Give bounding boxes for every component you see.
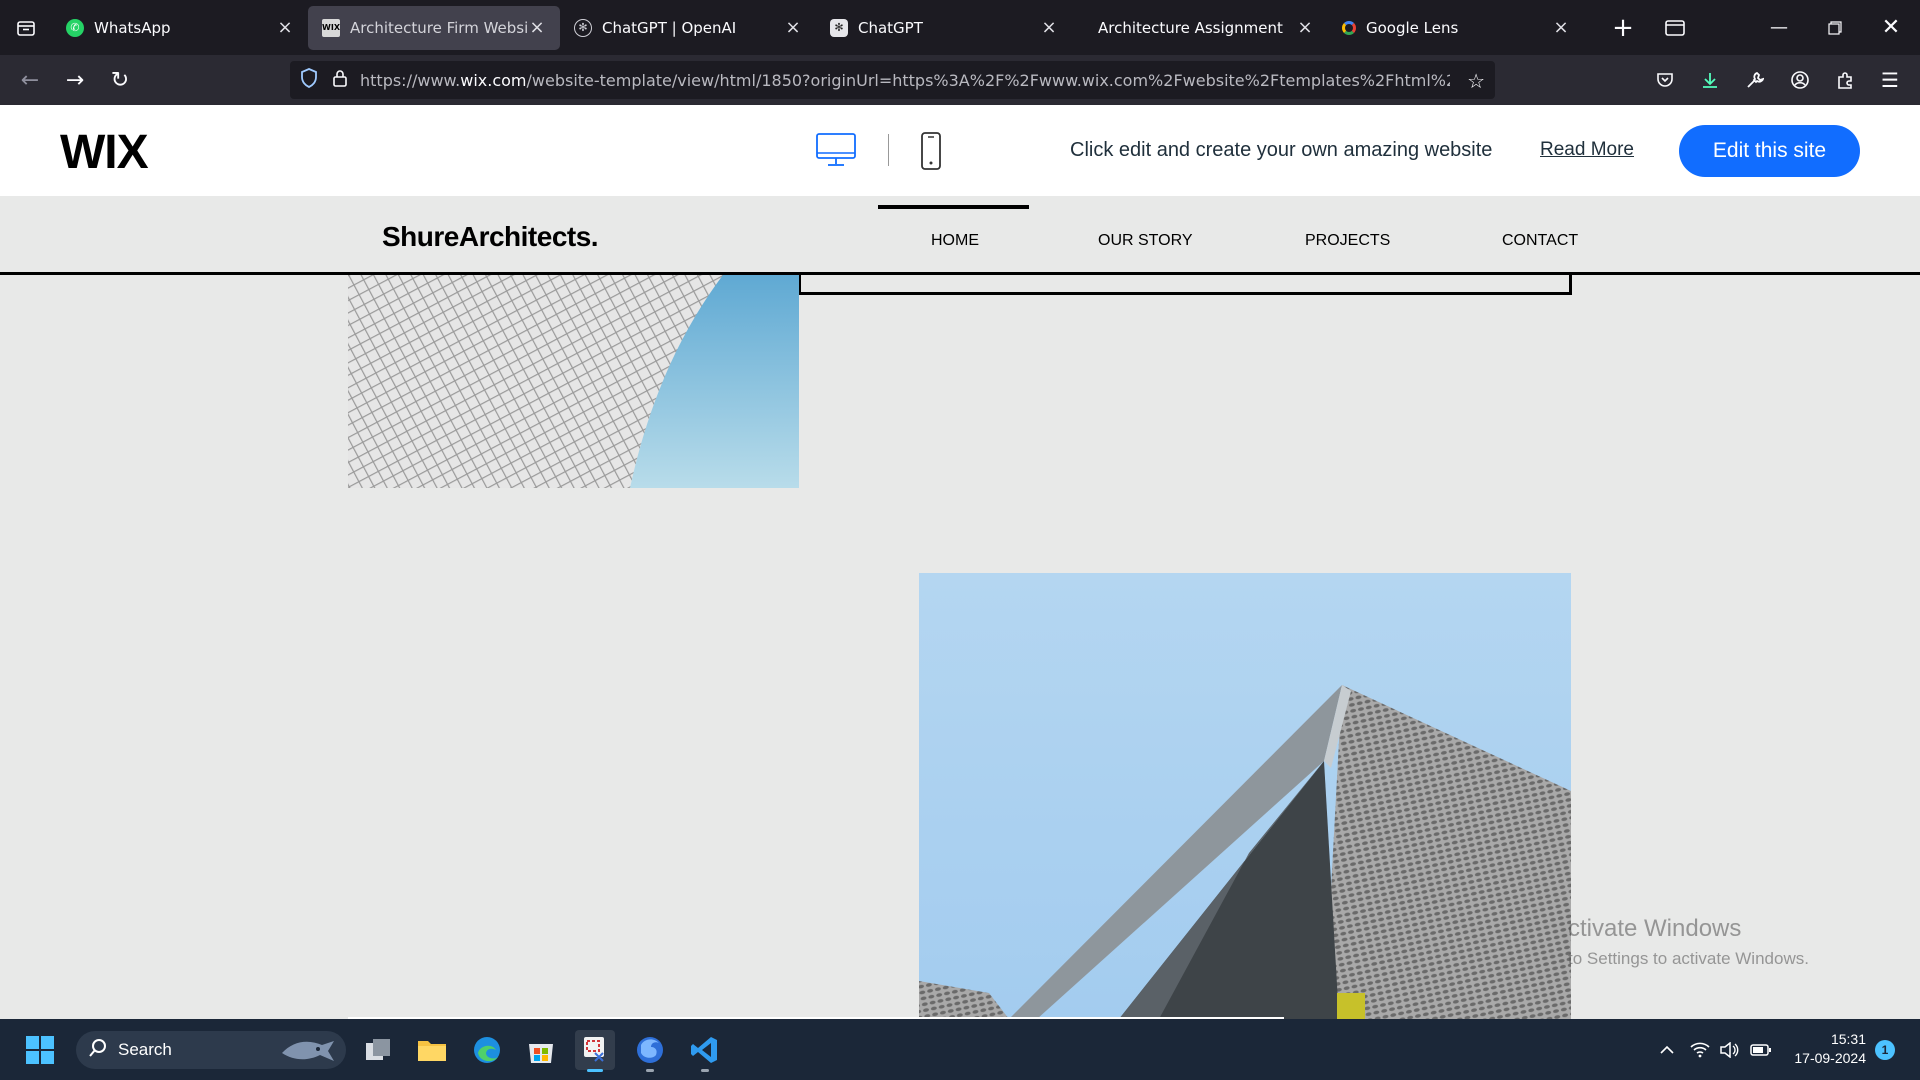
page-content bbox=[0, 275, 1920, 1019]
edge-icon[interactable] bbox=[467, 1030, 507, 1070]
close-tab-icon[interactable]: × bbox=[1040, 17, 1058, 38]
nav-home[interactable]: HOME bbox=[931, 232, 979, 250]
url-bar[interactable]: https://www.wix.com/website-template/vie… bbox=[290, 61, 1495, 99]
list-all-tabs-icon[interactable] bbox=[0, 0, 52, 55]
nav-contact[interactable]: CONTACT bbox=[1502, 232, 1578, 250]
menu-icon[interactable]: ☰ bbox=[1875, 65, 1905, 95]
browser-tab-strip: ✆ WhatsApp × WIX Architecture Firm Websi… bbox=[0, 0, 1920, 55]
search-highlight-icon bbox=[278, 1035, 338, 1070]
close-tab-icon[interactable]: × bbox=[1552, 17, 1570, 38]
search-icon bbox=[88, 1038, 108, 1063]
openai-icon: ✻ bbox=[830, 18, 848, 37]
forward-icon[interactable]: → bbox=[53, 60, 97, 100]
close-tab-icon[interactable]: × bbox=[784, 17, 802, 38]
tab-whatsapp[interactable]: ✆ WhatsApp × bbox=[52, 6, 308, 50]
notification-badge[interactable]: 1 bbox=[1875, 1040, 1895, 1060]
site-logo[interactable]: ShureArchitects. bbox=[382, 221, 599, 253]
minimize-icon[interactable]: — bbox=[1766, 0, 1792, 55]
taskbar-clock[interactable]: 15:31 17-09-2024 bbox=[1786, 1030, 1866, 1068]
volume-icon[interactable] bbox=[1717, 1019, 1741, 1080]
restore-icon[interactable] bbox=[1822, 0, 1848, 55]
watermark-line-2: to Settings to activate Windows. bbox=[1568, 949, 1809, 968]
tab-architecture-assignment[interactable]: Architecture Assignment × bbox=[1072, 6, 1328, 50]
modern-building-image bbox=[919, 573, 1571, 1019]
tab-title: Architecture Assignment bbox=[1098, 18, 1283, 37]
account-icon[interactable] bbox=[1785, 65, 1815, 95]
close-tab-icon[interactable]: × bbox=[528, 17, 546, 38]
watermark-line-1: ctivate Windows bbox=[1568, 915, 1742, 942]
tab-chatgpt[interactable]: ✻ ChatGPT × bbox=[816, 6, 1072, 50]
vscode-icon[interactable] bbox=[685, 1030, 725, 1072]
snipping-tool-icon[interactable] bbox=[575, 1030, 615, 1072]
url-text[interactable]: https://www.wix.com/website-template/vie… bbox=[360, 71, 1450, 90]
activate-windows-watermark: ctivate Windows to Settings to activate … bbox=[1568, 915, 1809, 969]
tab-title: Architecture Firm Website Te bbox=[350, 18, 528, 37]
tab-title: WhatsApp bbox=[94, 18, 171, 37]
close-tab-icon[interactable]: × bbox=[276, 17, 294, 38]
tab-chatgpt-openai[interactable]: ✻ ChatGPT | OpenAI × bbox=[560, 6, 816, 50]
extensions-icon[interactable] bbox=[1830, 65, 1860, 95]
file-explorer-icon[interactable] bbox=[412, 1030, 452, 1070]
reload-icon[interactable]: ↻ bbox=[98, 60, 142, 100]
taskbar-search[interactable]: Search bbox=[76, 1031, 346, 1069]
openai-icon: ✻ bbox=[574, 18, 592, 37]
clock-date: 17-09-2024 bbox=[1794, 1050, 1866, 1066]
firefox-icon[interactable] bbox=[630, 1030, 670, 1072]
close-window-icon[interactable]: ✕ bbox=[1878, 0, 1904, 55]
edit-this-site-button[interactable]: Edit this site bbox=[1679, 125, 1860, 177]
url-domain: wix.com bbox=[460, 70, 527, 90]
wix-logo[interactable]: WIX bbox=[60, 125, 149, 180]
wifi-icon[interactable] bbox=[1688, 1019, 1712, 1080]
back-icon[interactable]: ← bbox=[8, 60, 52, 100]
nav-active-indicator bbox=[878, 205, 1029, 209]
pocket-icon[interactable] bbox=[1650, 65, 1680, 95]
wix-preview-bar: WIX Click edit and create your own amazi… bbox=[0, 105, 1920, 196]
nav-our-story[interactable]: OUR STORY bbox=[1098, 232, 1193, 250]
clock-time: 15:31 bbox=[1830, 1031, 1866, 1047]
wix-icon: WIX bbox=[322, 18, 340, 37]
close-tab-icon[interactable]: × bbox=[1296, 17, 1314, 38]
show-hidden-icons-icon[interactable] bbox=[1655, 1019, 1679, 1080]
windows-taskbar: Search 15:31 17-09-2024 1 bbox=[0, 1019, 1920, 1080]
decorative-frame bbox=[798, 275, 1572, 295]
tab-architecture-firm[interactable]: WIX Architecture Firm Website Te × bbox=[308, 5, 560, 50]
site-header: ShureArchitects. HOME OUR STORY PROJECTS… bbox=[0, 196, 1920, 275]
google-lens-icon bbox=[1342, 20, 1356, 35]
tab-title: ChatGPT | OpenAI bbox=[602, 18, 737, 37]
mobile-view-icon[interactable] bbox=[920, 132, 942, 170]
promo-text: Click edit and create your own amazing w… bbox=[1070, 139, 1493, 161]
lock-icon[interactable] bbox=[332, 69, 348, 91]
tab-google-lens[interactable]: Google Lens × bbox=[1328, 6, 1584, 50]
nav-projects[interactable]: PROJECTS bbox=[1305, 232, 1390, 250]
firefox-view-icon[interactable] bbox=[1660, 0, 1690, 55]
downloads-icon[interactable] bbox=[1695, 65, 1725, 95]
bookmark-star-icon[interactable]: ☆ bbox=[1467, 69, 1485, 93]
microsoft-store-icon[interactable] bbox=[521, 1030, 561, 1070]
task-view-icon[interactable] bbox=[358, 1030, 398, 1070]
browser-toolbar: ← → ↻ https://www.wix.com/website-templa… bbox=[0, 55, 1920, 105]
building-facade-image bbox=[348, 275, 799, 488]
start-button-icon[interactable] bbox=[20, 1030, 60, 1070]
whatsapp-icon: ✆ bbox=[66, 18, 84, 37]
tab-title: ChatGPT bbox=[858, 18, 923, 37]
read-more-link[interactable]: Read More bbox=[1540, 139, 1634, 161]
device-divider bbox=[888, 134, 889, 166]
search-label: Search bbox=[118, 1040, 172, 1059]
wrench-icon[interactable] bbox=[1740, 65, 1770, 95]
url-prefix: https://www. bbox=[360, 70, 461, 90]
tracking-shield-icon[interactable] bbox=[300, 68, 318, 92]
tab-title: Google Lens bbox=[1366, 18, 1459, 37]
new-tab-icon[interactable]: + bbox=[1608, 0, 1638, 55]
desktop-view-icon[interactable] bbox=[816, 132, 856, 168]
battery-icon[interactable] bbox=[1748, 1019, 1774, 1080]
url-path: /website-template/view/html/1850?originU… bbox=[526, 70, 1451, 90]
